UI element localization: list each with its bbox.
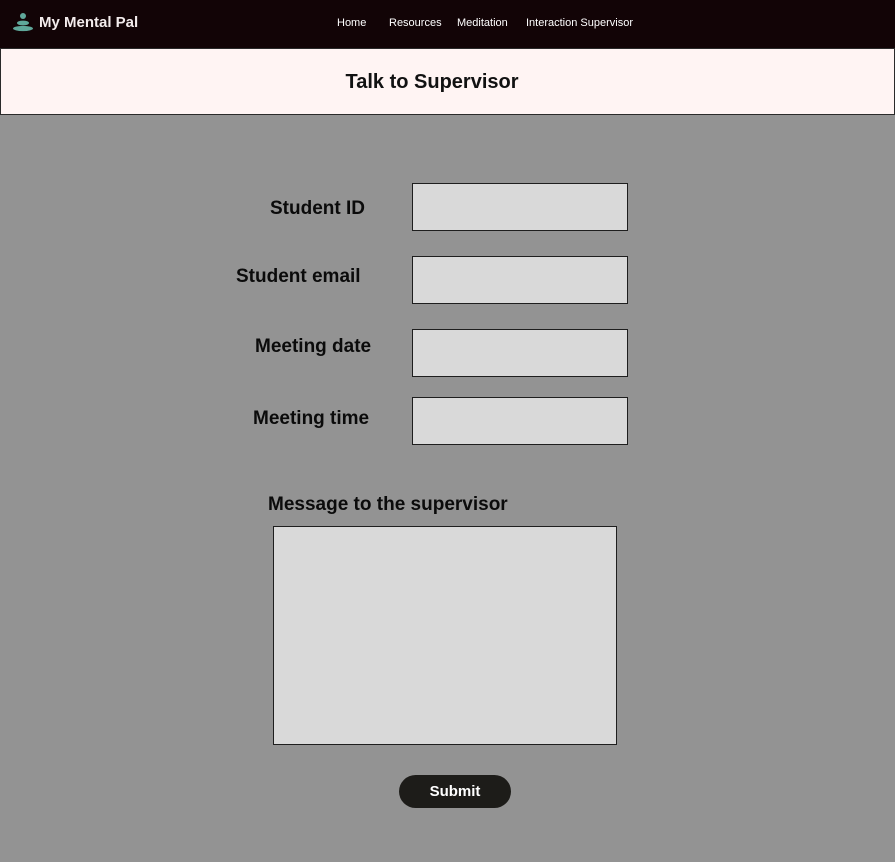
stacked-stones-logo-icon (13, 13, 33, 32)
student-id-input[interactable] (412, 183, 628, 231)
nav-link-home[interactable]: Home (337, 17, 366, 29)
brand-name: My Mental Pal (39, 13, 139, 31)
nav-link-resources[interactable]: Resources (389, 17, 442, 29)
nav-link-interaction-supervisor[interactable]: Interaction Supervisor (526, 17, 633, 29)
meeting-date-input[interactable] (412, 329, 628, 377)
meeting-time-label: Meeting time (253, 408, 370, 429)
nav-link-meditation[interactable]: Meditation (457, 17, 508, 29)
message-textarea[interactable] (273, 526, 617, 745)
student-id-label: Student ID (270, 198, 365, 219)
student-email-label: Student email (236, 266, 361, 287)
brand[interactable]: My Mental Pal (12, 11, 138, 33)
navbar: My Mental Pal Home Resources Meditation … (0, 0, 895, 48)
page-title-bar: Talk to Supervisor (0, 48, 895, 115)
meeting-time-input[interactable] (412, 397, 628, 445)
submit-button[interactable]: Submit (399, 775, 511, 808)
message-label: Message to the supervisor (268, 494, 508, 515)
page-title: Talk to Supervisor (345, 71, 519, 93)
student-email-input[interactable] (412, 256, 628, 304)
meeting-date-label: Meeting date (255, 336, 372, 357)
